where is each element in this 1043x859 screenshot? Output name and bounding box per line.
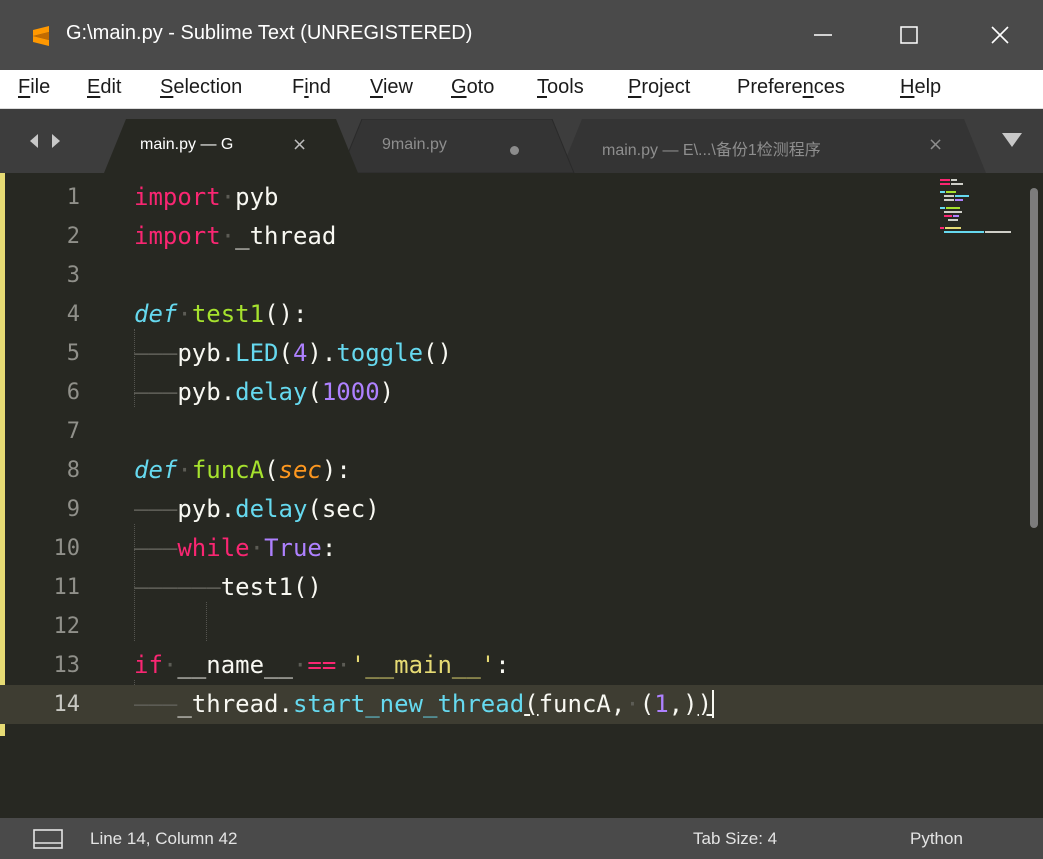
modified-dot-icon bbox=[510, 146, 519, 155]
sublime-text-icon bbox=[33, 26, 49, 46]
code-text: ———pyb.delay(1000) bbox=[134, 378, 395, 406]
code-text: def·funcA(sec): bbox=[134, 456, 351, 484]
tab-size[interactable]: Tab Size: 4 bbox=[693, 829, 777, 849]
window-title: G:\main.py - Sublime Text (UNREGISTERED) bbox=[66, 22, 473, 44]
code-text: def·test1(): bbox=[134, 300, 308, 328]
code-text: ———pyb.delay(sec) bbox=[134, 495, 380, 523]
menu-goto[interactable]: Goto bbox=[451, 76, 494, 99]
code-line[interactable]: 1 import·pyb bbox=[0, 178, 1043, 217]
code-line[interactable]: 10 ———while·True: bbox=[0, 529, 1043, 568]
code-line[interactable]: 9 ———pyb.delay(sec) bbox=[0, 490, 1043, 529]
code-line[interactable]: 5 ———pyb.LED(4).toggle() bbox=[0, 334, 1043, 373]
code-text: if·__name__·==·'__main__': bbox=[134, 651, 510, 679]
menu-edit[interactable]: Edit bbox=[87, 76, 121, 99]
line-number: 10 bbox=[53, 536, 81, 561]
tab-main-py-backup[interactable]: main.py — E\...\备份1检测程序 × bbox=[560, 119, 990, 173]
code-line[interactable]: 8 def·funcA(sec): bbox=[0, 451, 1043, 490]
code-line[interactable]: 11 ——————test1() bbox=[0, 568, 1043, 607]
panel-toggle-icon[interactable] bbox=[33, 829, 63, 849]
line-number: 6 bbox=[66, 380, 80, 405]
tab-bar: main.py — E\...\备份1检测程序 × 9main.py main.… bbox=[0, 109, 1043, 173]
line-number: 5 bbox=[66, 341, 80, 366]
tab-nav-arrows-icon[interactable] bbox=[26, 129, 76, 153]
menu-bar: File Edit Selection Find View Goto Tools… bbox=[0, 70, 1043, 109]
line-number: 2 bbox=[66, 224, 80, 249]
status-bar: Line 14, Column 42 Tab Size: 4 Python bbox=[0, 818, 1043, 859]
vertical-scrollbar[interactable] bbox=[1028, 178, 1040, 810]
code-text: ———while·True: bbox=[134, 534, 337, 562]
tab-main-py-g[interactable]: main.py — G × bbox=[104, 119, 360, 173]
minimize-icon bbox=[814, 34, 832, 36]
code-editor[interactable]: 1 import·pyb 2 import·_thread 3 4 def·te… bbox=[0, 173, 1043, 818]
menu-tools[interactable]: Tools bbox=[537, 76, 584, 99]
close-button[interactable] bbox=[965, 0, 1035, 70]
minimap[interactable] bbox=[935, 176, 1025, 246]
menu-help[interactable]: Help bbox=[900, 76, 941, 99]
line-number: 14 bbox=[53, 692, 81, 717]
line-number: 13 bbox=[53, 653, 81, 678]
code-text: ——————test1() bbox=[134, 573, 322, 601]
title-bar[interactable]: G:\main.py - Sublime Text (UNREGISTERED) bbox=[0, 0, 1043, 70]
code-line[interactable]: 3 bbox=[0, 256, 1043, 295]
maximize-icon bbox=[900, 26, 918, 44]
menu-find[interactable]: Find bbox=[292, 76, 331, 99]
line-number: 3 bbox=[66, 263, 80, 288]
line-number: 1 bbox=[66, 185, 80, 210]
minimize-button[interactable] bbox=[788, 0, 858, 70]
maximize-button[interactable] bbox=[874, 0, 944, 70]
code-text: ———pyb.LED(4).toggle() bbox=[134, 339, 452, 367]
line-number: 8 bbox=[66, 458, 80, 483]
code-text: import·pyb bbox=[134, 183, 279, 211]
menu-view[interactable]: View bbox=[370, 76, 413, 99]
menu-file[interactable]: File bbox=[18, 76, 50, 99]
tab-label: main.py — G bbox=[140, 136, 234, 153]
line-number: 7 bbox=[66, 419, 80, 444]
sublime-text-window: G:\main.py - Sublime Text (UNREGISTERED)… bbox=[0, 0, 1043, 859]
line-number: 11 bbox=[53, 575, 81, 600]
cursor-position[interactable]: Line 14, Column 42 bbox=[90, 829, 237, 849]
code-line[interactable]: 12 bbox=[0, 607, 1043, 646]
code-line[interactable]: 13 if·__name__·==·'__main__': bbox=[0, 646, 1043, 685]
menu-project[interactable]: Project bbox=[628, 76, 690, 99]
close-icon[interactable]: × bbox=[928, 134, 943, 155]
code-text: import·_thread bbox=[134, 222, 337, 250]
code-text: ———_thread.start_new_thread(funcA,·(1,)) bbox=[134, 690, 715, 718]
menu-preferences[interactable]: Preferences bbox=[737, 76, 845, 99]
menu-selection[interactable]: Selection bbox=[160, 76, 242, 99]
line-number: 12 bbox=[53, 614, 81, 639]
tab-shape bbox=[340, 119, 575, 173]
tab-9main-py[interactable]: 9main.py bbox=[340, 119, 576, 173]
syntax-mode[interactable]: Python bbox=[910, 829, 963, 849]
code-line[interactable]: 6 ———pyb.delay(1000) bbox=[0, 373, 1043, 412]
code-line-current[interactable]: 14 ———_thread.start_new_thread(funcA,·(1… bbox=[0, 685, 1043, 724]
tab-label: 9main.py bbox=[382, 136, 447, 153]
close-icon[interactable]: × bbox=[292, 134, 307, 155]
scrollbar-thumb[interactable] bbox=[1030, 188, 1038, 528]
tab-list-dropdown-icon[interactable] bbox=[1000, 131, 1024, 149]
code-line[interactable]: 4 def·test1(): bbox=[0, 295, 1043, 334]
code-line[interactable]: 7 bbox=[0, 412, 1043, 451]
close-icon bbox=[991, 26, 1009, 44]
line-number: 9 bbox=[66, 497, 80, 522]
line-number: 4 bbox=[66, 302, 80, 327]
code-line[interactable]: 2 import·_thread bbox=[0, 217, 1043, 256]
tab-label: main.py — E\...\备份1检测程序 bbox=[602, 142, 821, 159]
